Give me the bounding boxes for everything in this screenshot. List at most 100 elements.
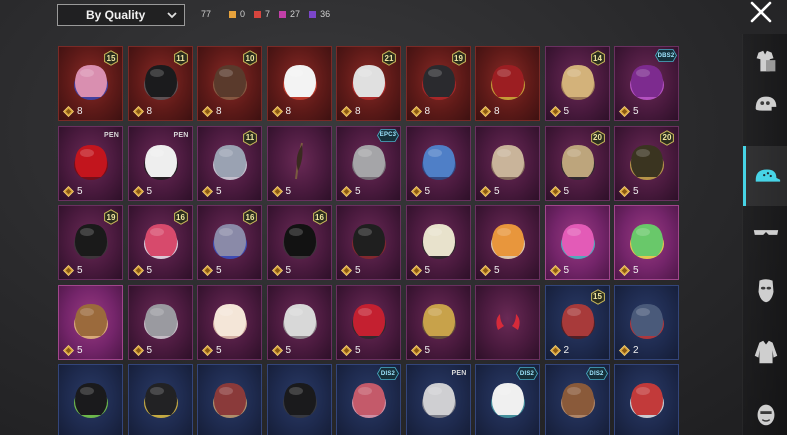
inventory-item[interactable]: 5: [475, 205, 540, 280]
level-badge: 19: [103, 209, 119, 225]
inventory-item[interactable]: 5: [197, 284, 262, 360]
level-badge: 20: [590, 129, 606, 146]
panda-mask-icon: [143, 144, 178, 180]
tab-outfit[interactable]: [748, 44, 784, 80]
inventory-item[interactable]: 19 5: [58, 205, 123, 280]
top-bar: By Quality 77 0 7 27 36: [0, 0, 787, 34]
skull-hair-icon: [282, 303, 317, 339]
inventory-item[interactable]: 20 5: [544, 125, 610, 201]
inventory-item[interactable]: 19 8: [405, 46, 471, 121]
inventory-item[interactable]: 8: [475, 46, 540, 121]
inventory-item[interactable]: 5: [266, 125, 332, 201]
inventory-item[interactable]: PEN 5: [127, 125, 193, 201]
item-cost: 5: [271, 344, 291, 356]
inventory-item[interactable]: [58, 364, 123, 435]
coin-icon: [480, 185, 491, 197]
green-visor-helmet-icon: [74, 383, 108, 418]
inventory-item[interactable]: 16 5: [266, 205, 332, 280]
item-cost: 5: [63, 185, 83, 197]
item-cost: 8: [63, 106, 83, 117]
donkey-mask-icon: [560, 383, 595, 418]
helmet-icon: [755, 96, 777, 111]
inventory-item[interactable]: 5: [405, 284, 471, 360]
gold-visor-helmet-icon: [143, 383, 178, 418]
coin-icon: [63, 344, 74, 356]
inventory-item[interactable]: 5: [475, 125, 540, 201]
item-cost: 5: [202, 344, 222, 356]
inventory-item[interactable]: 11 8: [127, 46, 193, 121]
inventory-item[interactable]: 5: [336, 205, 401, 280]
inventory-item[interactable]: 20 5: [614, 125, 679, 201]
red-bandana-icon: [352, 383, 386, 418]
inventory-item[interactable]: 2: [614, 284, 679, 360]
inventory-item[interactable]: 5: [544, 205, 610, 280]
item-cost: 5: [341, 265, 361, 276]
level-badge: 16: [312, 209, 328, 225]
item-cost: 5: [410, 344, 430, 356]
inventory-item[interactable]: 5: [405, 205, 471, 280]
coin-icon: [63, 265, 74, 276]
inventory-item[interactable]: 16 5: [127, 205, 193, 280]
coin-icon: [480, 106, 491, 117]
inventory-item[interactable]: 21 8: [336, 46, 401, 121]
legendary-count: 0: [229, 9, 245, 19]
tab-eyewear[interactable]: [748, 214, 784, 250]
inventory-item[interactable]: 5: [266, 284, 332, 360]
coin-icon: [341, 344, 352, 356]
level-badge: 11: [173, 50, 189, 66]
inventory-item[interactable]: 8: [266, 46, 332, 121]
inventory-item[interactable]: 15 2: [544, 284, 610, 360]
uncommon-swatch: [309, 10, 317, 18]
level-badge: 16: [173, 209, 189, 225]
inventory-item[interactable]: 5: [614, 205, 679, 280]
event-tag: DBS2: [655, 49, 677, 62]
inventory-item[interactable]: 11 5: [197, 125, 262, 201]
coin-icon: [619, 106, 630, 117]
inventory-item[interactable]: [614, 364, 679, 435]
coin-icon: [132, 106, 144, 117]
inventory-item[interactable]: 16 5: [197, 205, 262, 280]
inventory-item[interactable]: 10 8: [197, 46, 262, 121]
item-cost: 8: [410, 106, 430, 117]
tab-headwear[interactable]: [743, 146, 787, 206]
inventory-item[interactable]: 14 5: [544, 46, 610, 121]
coin-icon: [410, 265, 422, 276]
legendary-swatch: [229, 10, 237, 18]
inventory-item[interactable]: PEN: [405, 364, 471, 435]
inventory-item[interactable]: [475, 284, 540, 360]
inventory-item[interactable]: 5: [405, 125, 471, 201]
inventory-item[interactable]: DIS2: [475, 364, 540, 435]
tab-helmet[interactable]: [748, 87, 784, 123]
inventory-item[interactable]: 5: [336, 284, 401, 360]
level-badge: 21: [381, 50, 397, 66]
item-cost: 5: [202, 265, 222, 276]
inventory-item[interactable]: 5: [127, 284, 193, 360]
purple-hair-icon: [630, 65, 664, 100]
rare-swatch: [279, 10, 287, 18]
inventory-item[interactable]: DIS2: [544, 364, 610, 435]
inventory-item[interactable]: 5: [58, 284, 123, 360]
tab-top[interactable]: [748, 334, 784, 370]
level-badge: 19: [451, 50, 467, 66]
tab-face[interactable]: [748, 396, 784, 432]
coin-icon: [410, 106, 422, 117]
inventory-item[interactable]: [127, 364, 193, 435]
item-cost: 5: [480, 185, 500, 197]
inventory-item[interactable]: EPC3 5: [336, 125, 401, 201]
coin-icon: [549, 344, 561, 356]
inventory-item[interactable]: PEN 5: [58, 125, 123, 201]
sort-dropdown[interactable]: By Quality: [57, 4, 185, 26]
inventory-item[interactable]: 15 8: [58, 46, 123, 121]
outfit-icon: [756, 50, 776, 72]
close-icon[interactable]: [749, 0, 773, 24]
item-cost: 8: [480, 106, 500, 117]
category-sidebar: [742, 34, 787, 435]
inventory-item[interactable]: [197, 364, 262, 435]
inventory-item[interactable]: [266, 364, 332, 435]
inventory-item[interactable]: DIS2: [336, 364, 401, 435]
tab-mask[interactable]: [748, 272, 784, 308]
inventory-item[interactable]: DBS2 5: [614, 46, 679, 121]
braided-hair-icon: [491, 144, 525, 180]
item-cost: 5: [480, 265, 500, 276]
coin-icon: [271, 344, 283, 356]
